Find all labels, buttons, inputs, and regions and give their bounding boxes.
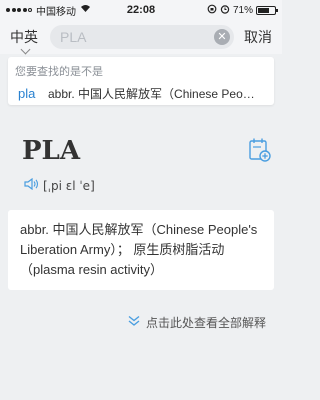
notebook-add-icon[interactable] bbox=[248, 137, 272, 168]
suggestion-hint: 您要查找的是不是 bbox=[15, 66, 103, 78]
wifi-icon bbox=[80, 4, 91, 16]
search-bar: 中英 ✕ 取消 bbox=[0, 20, 282, 55]
suggestion-word: pla bbox=[18, 85, 36, 101]
suggestion-item[interactable]: pla abbr. 中国人民解放军（Chinese People's Liber… bbox=[8, 83, 274, 103]
alarm-icon bbox=[220, 4, 230, 17]
status-bar: 中国移动 22:08 71% bbox=[0, 0, 282, 20]
status-right: 71% bbox=[207, 4, 278, 17]
carrier-label: 中国移动 bbox=[36, 6, 76, 18]
suggestion-panel: 您要查找的是不是 pla abbr. 中国人民解放军（Chinese Peopl… bbox=[8, 57, 274, 105]
double-chevron-down-icon bbox=[127, 315, 141, 330]
language-selector[interactable]: 中英 bbox=[0, 20, 48, 55]
status-left: 中国移动 bbox=[6, 3, 91, 18]
suggestion-definition: abbr. 中国人民解放军（Chinese People's Liberatio… bbox=[48, 86, 256, 101]
headword: PLA bbox=[22, 136, 81, 166]
battery-fill bbox=[258, 7, 270, 13]
orientation-lock-icon bbox=[207, 4, 217, 17]
definition-card: abbr. 中国人民解放军（Chinese People's Liberatio… bbox=[8, 210, 274, 290]
pronunciation[interactable]: [ˌpi ɛl ˈe] bbox=[24, 177, 95, 195]
cancel-button[interactable]: 取消 bbox=[244, 20, 272, 54]
expand-all-button[interactable]: 点击此处查看全部解释 bbox=[127, 314, 266, 331]
search-input[interactable] bbox=[60, 29, 205, 45]
battery-icon bbox=[256, 5, 278, 15]
speaker-icon[interactable] bbox=[24, 177, 40, 195]
battery-percent: 71% bbox=[232, 4, 253, 16]
clear-icon[interactable]: ✕ bbox=[214, 29, 230, 45]
language-label: 中英 bbox=[10, 29, 38, 45]
search-field[interactable]: ✕ bbox=[50, 25, 234, 49]
signal-icon bbox=[6, 8, 32, 12]
phonetic-text: [ˌpi ɛl ˈe] bbox=[43, 179, 95, 193]
expand-label: 点击此处查看全部解释 bbox=[145, 316, 266, 330]
definition-text: abbr. 中国人民解放军（Chinese People's Liberatio… bbox=[20, 222, 258, 277]
